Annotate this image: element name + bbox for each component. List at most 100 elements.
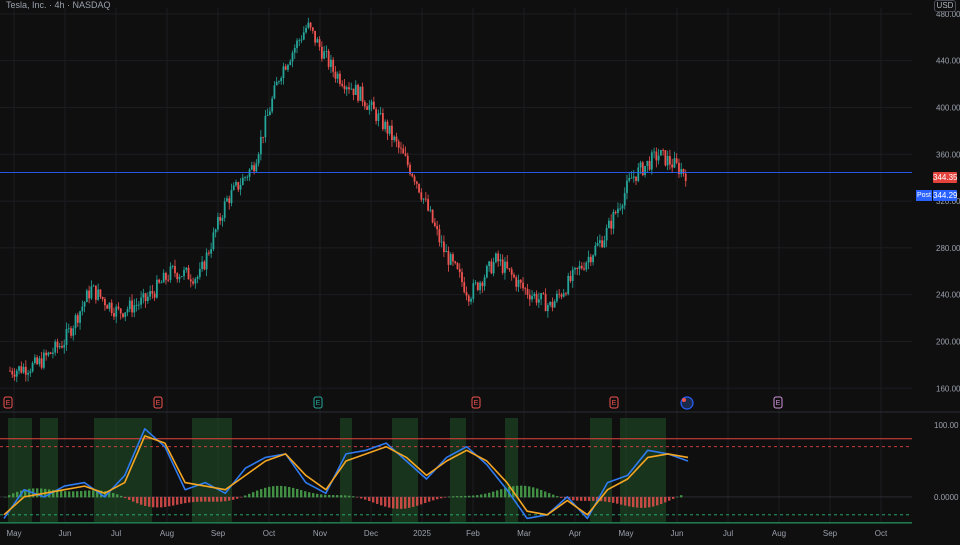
candle-body: [628, 177, 631, 181]
candle-body: [508, 268, 511, 270]
histogram-bar: [356, 496, 359, 498]
time-tick-label: Aug: [160, 529, 174, 538]
histogram-bar: [604, 496, 607, 502]
histogram-bar: [276, 485, 279, 498]
event-icon[interactable]: [680, 396, 694, 410]
histogram-bar: [12, 493, 15, 498]
candle-body: [610, 220, 613, 229]
histogram-bar: [200, 496, 203, 502]
candle-body: [250, 165, 253, 170]
candle-body: [158, 279, 161, 283]
candle-body: [386, 121, 389, 134]
histogram-bar: [396, 496, 399, 509]
histogram-bar: [576, 496, 579, 501]
candle-body: [343, 85, 346, 90]
histogram-bar: [416, 496, 419, 506]
histogram-bar: [528, 486, 531, 498]
oscillator-zone-band: [192, 418, 232, 522]
candle-body: [587, 256, 590, 263]
candle-body: [413, 176, 416, 182]
currency-button[interactable]: USD: [934, 0, 956, 12]
earnings-marker[interactable]: E: [609, 396, 619, 409]
histogram-bar: [176, 496, 179, 505]
histogram-bar: [492, 491, 495, 498]
candle-body: [291, 52, 294, 62]
histogram-bar: [16, 491, 19, 498]
candle-body: [174, 265, 176, 274]
earnings-marker[interactable]: E: [313, 396, 323, 409]
candle-body: [196, 276, 199, 279]
histogram-bar: [292, 487, 295, 498]
candle-body: [106, 305, 109, 309]
candle-body: [185, 267, 188, 270]
histogram-bar: [144, 496, 147, 506]
histogram-bar: [204, 496, 207, 502]
histogram-bar: [316, 493, 319, 498]
candle-body: [517, 279, 520, 287]
earnings-marker[interactable]: E: [773, 396, 783, 409]
histogram-bar: [468, 495, 471, 498]
histogram-bar: [420, 496, 423, 505]
candle-body: [83, 302, 86, 307]
candle-body: [58, 346, 61, 348]
candle-body: [212, 232, 215, 250]
histogram-bar: [252, 492, 255, 498]
candle-body: [445, 250, 448, 253]
candle-body: [94, 285, 97, 300]
histogram-bar: [228, 496, 231, 501]
candle-body: [194, 278, 197, 284]
time-tick-label: Jul: [111, 529, 121, 538]
candle-body: [578, 265, 581, 269]
oscillator-zone-band: [340, 418, 352, 522]
candle-body: [104, 299, 106, 306]
histogram-bar: [380, 496, 383, 506]
oscillator-tick-label: 0.0000: [934, 493, 959, 502]
histogram-bar: [368, 496, 371, 502]
candle-body: [257, 154, 260, 164]
candle-body: [22, 366, 25, 373]
last-price-tag: 344.35: [933, 172, 958, 183]
candle-body: [515, 277, 518, 287]
candle-body: [269, 111, 271, 116]
histogram-bar: [432, 496, 435, 501]
candle-body: [680, 169, 683, 175]
candle-body: [601, 240, 604, 248]
earnings-marker[interactable]: E: [153, 396, 163, 409]
candle-body: [415, 181, 418, 184]
candle-body: [244, 177, 246, 179]
candle-body: [485, 266, 488, 278]
candle-body: [113, 313, 115, 317]
candle-body: [108, 302, 111, 309]
earnings-marker[interactable]: E: [471, 396, 481, 409]
candle-body: [626, 180, 628, 194]
candle-body: [510, 269, 513, 275]
histogram-bar: [456, 496, 459, 498]
candle-body: [440, 241, 443, 243]
histogram-bar: [304, 491, 307, 498]
candle-body: [476, 282, 479, 291]
candle-body: [659, 150, 662, 156]
histogram-bar: [168, 496, 171, 507]
candle-body: [278, 81, 280, 83]
histogram-bar: [8, 495, 11, 498]
candle-body: [605, 228, 608, 241]
histogram-bar: [76, 491, 79, 498]
candle-body: [470, 298, 472, 302]
histogram-bar: [572, 496, 575, 501]
candle-body: [553, 301, 556, 308]
candle-body: [126, 309, 129, 313]
event-markers[interactable]: EEEEEE: [3, 396, 783, 410]
histogram-bar: [384, 496, 387, 507]
candle-body: [255, 163, 258, 172]
candle-body: [456, 263, 459, 269]
candle-body: [336, 73, 339, 79]
candle-body: [76, 315, 79, 323]
chart-canvas[interactable]: EEEEEE 480.00440.00400.00360.00320.00280…: [0, 0, 960, 540]
price-candles[interactable]: [9, 17, 687, 383]
earnings-marker[interactable]: E: [3, 396, 13, 409]
candle-body: [323, 51, 326, 59]
candle-body: [571, 269, 574, 281]
candle-body: [359, 86, 362, 101]
candle-body: [519, 279, 522, 283]
candle-body: [189, 279, 192, 282]
